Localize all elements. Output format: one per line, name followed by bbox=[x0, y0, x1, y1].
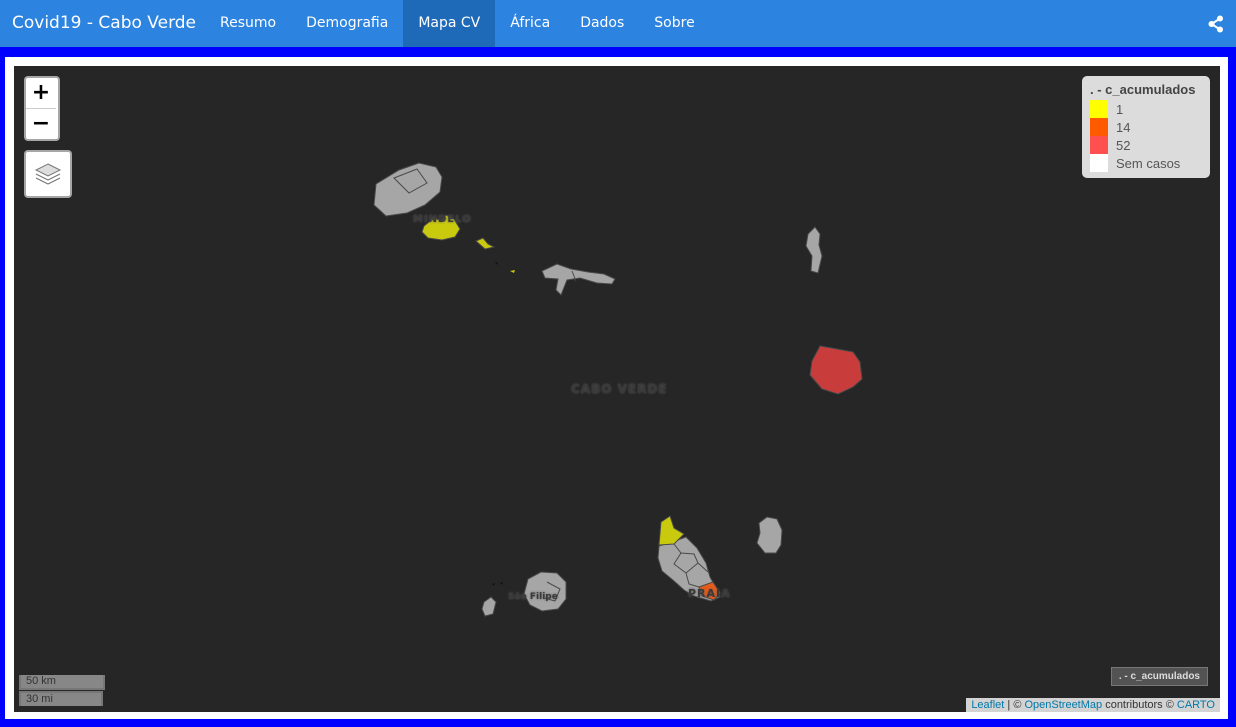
tab-mapa-cv[interactable]: Mapa CV bbox=[403, 0, 496, 47]
legend-item: 14 bbox=[1090, 118, 1202, 136]
label-praia: PRAIA bbox=[688, 587, 731, 600]
island-brava bbox=[481, 596, 497, 617]
legend-item: 1 bbox=[1090, 100, 1202, 118]
tab-africa[interactable]: África bbox=[495, 0, 565, 47]
legend-item: Sem casos bbox=[1090, 154, 1202, 172]
island-maio bbox=[756, 516, 783, 554]
layers-icon bbox=[34, 163, 62, 185]
label-sao-filipe: São Filipe bbox=[508, 592, 558, 602]
legend-label: Sem casos bbox=[1116, 155, 1181, 171]
tab-sobre[interactable]: Sobre bbox=[639, 0, 709, 47]
app-brand[interactable]: Covid19 - Cabo Verde bbox=[12, 0, 196, 47]
map-legend: . - c_acumulados 1 14 52 Sem casos bbox=[1082, 76, 1210, 178]
legend-swatch bbox=[1090, 100, 1108, 118]
zoom-in-button[interactable]: + bbox=[26, 78, 56, 108]
osm-link[interactable]: OpenStreetMap bbox=[1024, 699, 1102, 711]
island-sal bbox=[805, 226, 823, 274]
map-attribution: Leaflet | © OpenStreetMap contributors ©… bbox=[966, 698, 1220, 712]
tab-resumo[interactable]: Resumo bbox=[205, 0, 291, 47]
legend-label: 14 bbox=[1116, 119, 1131, 135]
island-santo-antao bbox=[373, 162, 443, 217]
legend-title: . - c_acumulados bbox=[1090, 82, 1196, 97]
leaflet-link[interactable]: Leaflet bbox=[971, 699, 1004, 711]
label-mindelo: MINDELO bbox=[413, 214, 472, 225]
navbar: Covid19 - Cabo Verde Resumo Demografia M… bbox=[0, 0, 1236, 47]
zoom-out-button[interactable]: − bbox=[26, 108, 56, 139]
legend-swatch bbox=[1090, 154, 1108, 172]
nav-tabs: Resumo Demografia Mapa CV África Dados S… bbox=[205, 0, 710, 47]
island-santa-luzia bbox=[475, 237, 496, 250]
tab-dados[interactable]: Dados bbox=[565, 0, 639, 47]
label-country: CABO VERDE bbox=[571, 382, 668, 396]
scale-bar: 50 km 30 mi bbox=[19, 675, 105, 706]
legend-item: 52 bbox=[1090, 136, 1202, 154]
attribution-sep: | © bbox=[1004, 699, 1025, 711]
layer-toggle-chip[interactable]: . - c_acumulados bbox=[1110, 667, 1208, 686]
zoom-control: + − bbox=[24, 76, 60, 141]
scale-mi: 30 mi bbox=[19, 691, 103, 706]
legend-swatch bbox=[1090, 118, 1108, 136]
carto-link[interactable]: CARTO bbox=[1177, 699, 1215, 711]
legend-label: 1 bbox=[1116, 101, 1124, 117]
scale-km: 50 km bbox=[19, 675, 105, 690]
layers-button[interactable] bbox=[24, 150, 72, 198]
tab-demografia[interactable]: Demografia bbox=[291, 0, 403, 47]
share-icon[interactable] bbox=[1204, 12, 1228, 36]
attribution-contributors: contributors © bbox=[1102, 699, 1177, 711]
island-boa-vista bbox=[809, 345, 863, 395]
legend-swatch bbox=[1090, 136, 1108, 154]
island-sao-nicolau bbox=[541, 263, 616, 296]
map-container[interactable]: MINDELO CABO VERDE PRAIA São Filipe + − … bbox=[14, 66, 1220, 712]
legend-label: 52 bbox=[1116, 137, 1131, 153]
